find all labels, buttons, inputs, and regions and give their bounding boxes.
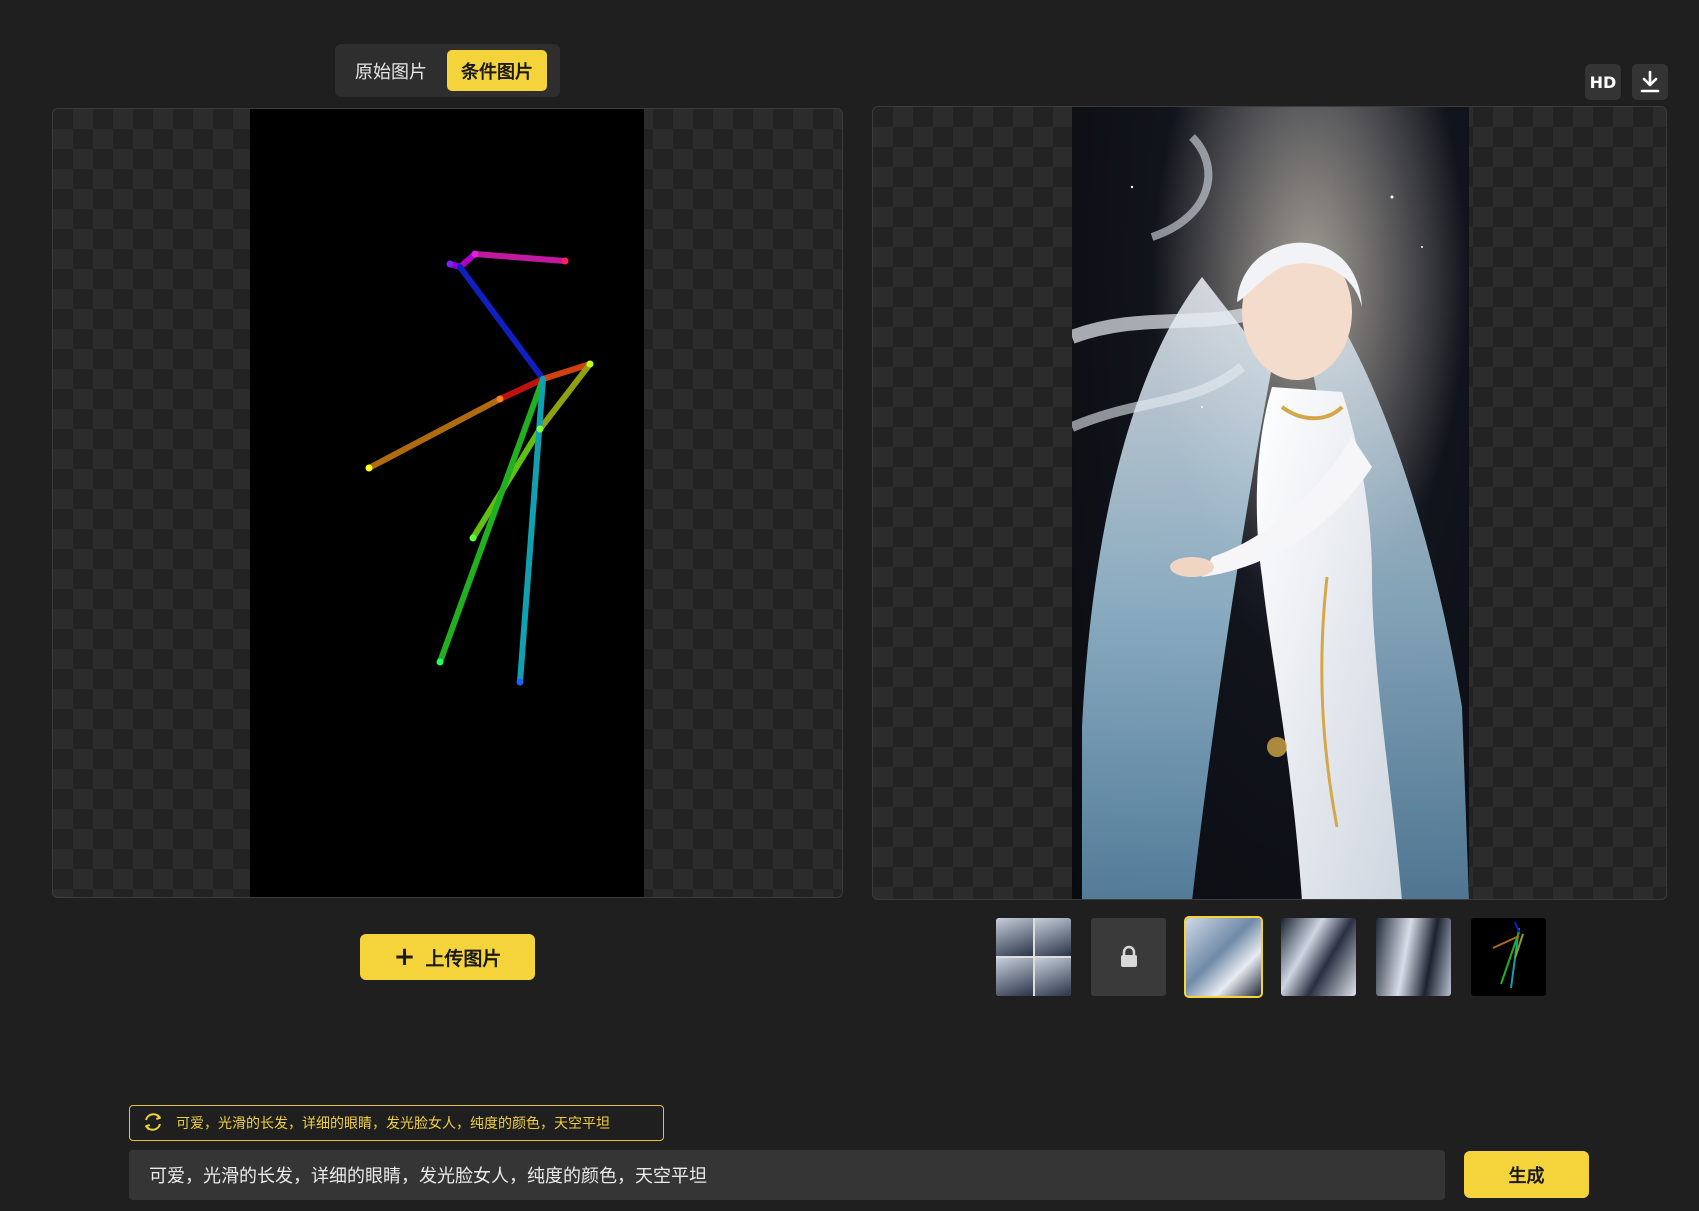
tab-condition-image[interactable]: 条件图片	[447, 50, 547, 91]
tab-original-image[interactable]: 原始图片	[341, 50, 441, 91]
generated-artwork	[1072, 107, 1469, 899]
thumbnail-grid[interactable]	[996, 918, 1071, 996]
prompt-suggestion[interactable]: 可爱，光滑的长发，详细的眼睛，发光脸女人，纯度的颜色，天空平坦	[129, 1105, 664, 1141]
pose-skeleton-image	[250, 109, 644, 897]
download-icon	[1640, 70, 1660, 93]
upload-image-button[interactable]: + 上传图片	[360, 934, 535, 980]
thumbnail-pose[interactable]	[1471, 918, 1546, 996]
prompt-suggestion-text: 可爱，光滑的长发，详细的眼睛，发光脸女人，纯度的颜色，天空平坦	[176, 1116, 610, 1132]
upload-image-label: 上传图片	[425, 947, 502, 970]
thumbnail-variant[interactable]	[1281, 918, 1356, 996]
download-button[interactable]	[1632, 64, 1668, 100]
refresh-icon[interactable]	[142, 1111, 164, 1136]
pose-skeleton	[365, 250, 594, 686]
page: 原始图片 条件图片 HD + 上传图片 可爱，光滑的长发，详细的眼睛，发光脸女人…	[0, 0, 1699, 1211]
prompt-input[interactable]	[129, 1150, 1445, 1200]
thumbnail-variant[interactable]	[1376, 918, 1451, 996]
result-thumbnails	[996, 916, 1546, 998]
thumbnail-selected[interactable]	[1184, 916, 1263, 998]
generate-button[interactable]: 生成	[1464, 1151, 1589, 1198]
generated-image[interactable]	[1072, 107, 1469, 899]
plus-icon: +	[393, 942, 416, 972]
condition-image-panel	[52, 108, 843, 898]
thumbnail-locked[interactable]	[1091, 918, 1166, 996]
generated-image-panel	[872, 106, 1667, 900]
hd-button[interactable]: HD	[1585, 64, 1621, 100]
lock-icon	[1120, 945, 1137, 967]
image-mode-tabs: 原始图片 条件图片	[335, 44, 560, 97]
